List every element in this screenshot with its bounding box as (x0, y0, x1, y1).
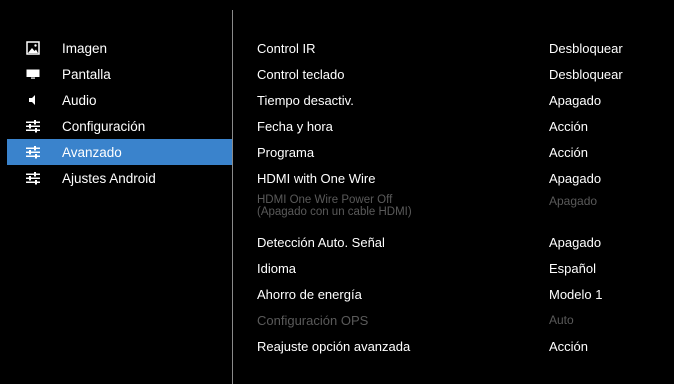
setting-label: Tiempo desactiv. (257, 93, 354, 108)
setting-label: Control teclado (257, 67, 345, 82)
setting-label: HDMI with One Wire (257, 171, 376, 186)
setting-value: Apagado (549, 235, 602, 250)
sidebar-item-label: Audio (62, 93, 97, 108)
setting-value: Desbloquear (549, 41, 623, 56)
sidebar-item-configuracion[interactable]: Configuración (7, 113, 232, 139)
setting-row-reajuste-opcion-avanzada[interactable]: Reajuste opción avanzada Acción (257, 333, 667, 359)
setting-label: HDMI One Wire Power Off (Apagado con un … (257, 194, 412, 218)
setting-label: Idioma (257, 261, 297, 276)
sidebar-item-label: Ajustes Android (62, 171, 156, 186)
setting-label: Reajuste opción avanzada (257, 339, 411, 354)
sidebar-menu: Imagen Pantalla Audio Configuración Avan… (7, 35, 232, 191)
setting-value: Apagado (549, 93, 602, 108)
sidebar-item-ajustes-android[interactable]: Ajustes Android (7, 165, 232, 191)
sliders-icon (26, 146, 40, 159)
sidebar-item-label: Imagen (62, 41, 108, 56)
sidebar-item-label: Configuración (62, 119, 146, 134)
sidebar-item-imagen[interactable]: Imagen (7, 35, 232, 61)
setting-row-ahorro-de-energia[interactable]: Ahorro de energía Modelo 1 (257, 281, 667, 307)
sidebar-item-avanzado[interactable]: Avanzado (7, 139, 232, 165)
setting-row-idioma[interactable]: Idioma Español (257, 255, 667, 281)
setting-value: Auto (549, 313, 574, 327)
setting-value: Desbloquear (549, 67, 623, 82)
setting-label: Programa (257, 145, 315, 160)
setting-value: Apagado (549, 171, 602, 186)
setting-label: Control IR (257, 41, 316, 56)
setting-label-line2: (Apagado con un cable HDMI) (257, 206, 412, 218)
sidebar-item-label: Avanzado (62, 145, 122, 160)
setting-value: Acción (549, 145, 589, 160)
setting-row-hdmi-one-wire-power-off: HDMI One Wire Power Off (Apagado con un … (257, 191, 667, 229)
setting-row-tiempo-desactiv[interactable]: Tiempo desactiv. Apagado (257, 87, 667, 113)
sliders-icon (26, 172, 40, 185)
setting-label: Configuración OPS (257, 313, 369, 328)
setting-value: Modelo 1 (549, 287, 603, 302)
setting-label: Fecha y hora (257, 119, 333, 134)
image-icon (26, 41, 40, 55)
setting-row-control-ir[interactable]: Control IR Desbloquear (257, 35, 667, 61)
setting-row-deteccion-auto-senal[interactable]: Detección Auto. Señal Apagado (257, 229, 667, 255)
setting-value: Acción (549, 339, 589, 354)
setting-value: Español (549, 261, 596, 276)
sidebar-item-label: Pantalla (62, 67, 111, 82)
sliders-icon (26, 120, 40, 133)
setting-label: Ahorro de energía (257, 287, 362, 302)
setting-row-configuracion-ops: Configuración OPS Auto (257, 307, 667, 333)
menu-divider (232, 10, 233, 384)
setting-row-hdmi-with-one-wire[interactable]: HDMI with One Wire Apagado (257, 165, 667, 191)
setting-label: Detección Auto. Señal (257, 235, 385, 250)
setting-row-programa[interactable]: Programa Acción (257, 139, 667, 165)
speaker-icon (29, 95, 35, 105)
sidebar-item-audio[interactable]: Audio (7, 87, 232, 113)
setting-row-control-teclado[interactable]: Control teclado Desbloquear (257, 61, 667, 87)
setting-value: Acción (549, 119, 589, 134)
settings-list: Control IR Desbloquear Control teclado D… (257, 35, 667, 359)
osd-menu-screen: Imagen Pantalla Audio Configuración Avan… (0, 0, 674, 384)
sidebar-item-pantalla[interactable]: Pantalla (7, 61, 232, 87)
setting-label-line1: HDMI One Wire Power Off (257, 194, 393, 206)
monitor-icon (26, 69, 40, 79)
setting-row-fecha-y-hora[interactable]: Fecha y hora Acción (257, 113, 667, 139)
setting-value: Apagado (549, 194, 598, 208)
